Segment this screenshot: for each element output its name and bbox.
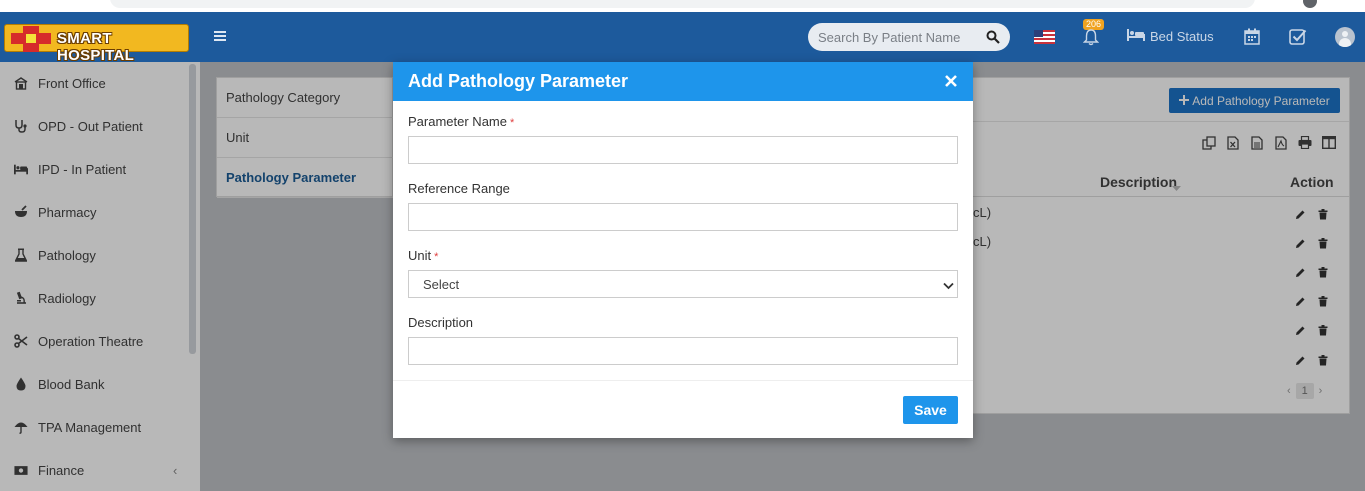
patient-search-input[interactable] xyxy=(818,28,978,46)
unit-select-value: Select xyxy=(423,277,460,292)
close-icon[interactable] xyxy=(944,74,958,88)
app-logo[interactable]: SMART HOSPITAL xyxy=(4,24,189,64)
unit-label: Unit * xyxy=(408,248,438,263)
app-header: SMART HOSPITAL 206 Bed Status xyxy=(0,12,1365,64)
browser-address-strip xyxy=(0,0,1365,12)
required-mark: * xyxy=(434,251,439,263)
description-input[interactable] xyxy=(408,337,958,365)
user-avatar[interactable] xyxy=(1335,27,1355,47)
parameter-name-label: Parameter Name * xyxy=(408,114,514,129)
required-mark: * xyxy=(509,117,515,129)
us-flag-icon[interactable] xyxy=(1034,30,1055,44)
parameter-name-input[interactable] xyxy=(408,136,958,164)
parameter-name-label-text: Parameter Name xyxy=(408,114,507,129)
hamburger-menu-icon[interactable] xyxy=(214,30,226,42)
bed-icon xyxy=(1127,29,1145,44)
search-icon[interactable] xyxy=(986,30,1000,44)
modal-title: Add Pathology Parameter xyxy=(408,71,629,91)
reference-range-input[interactable] xyxy=(408,203,958,231)
reference-range-label: Reference Range xyxy=(408,181,510,196)
modal-footer-divider xyxy=(393,380,973,381)
browser-profile-icon[interactable] xyxy=(1303,0,1317,8)
unit-select[interactable]: Select xyxy=(408,270,958,298)
url-bar[interactable] xyxy=(110,0,1255,8)
task-check-icon[interactable] xyxy=(1289,28,1307,45)
patient-search xyxy=(808,23,1010,51)
bed-status-link[interactable]: Bed Status xyxy=(1127,29,1214,44)
modal-header: Add Pathology Parameter xyxy=(393,62,973,101)
logo-cross-icon xyxy=(9,25,53,53)
calendar-icon[interactable] xyxy=(1244,28,1260,45)
bell-icon[interactable] xyxy=(1082,28,1100,46)
save-button[interactable]: Save xyxy=(903,396,958,424)
add-pathology-parameter-modal: Add Pathology Parameter Parameter Name * … xyxy=(393,62,973,438)
description-label: Description xyxy=(408,315,474,330)
chevron-down-icon xyxy=(943,279,954,290)
logo-text: SMART HOSPITAL xyxy=(57,30,135,64)
bed-status-label: Bed Status xyxy=(1150,29,1214,44)
unit-label-text: Unit xyxy=(408,248,432,263)
